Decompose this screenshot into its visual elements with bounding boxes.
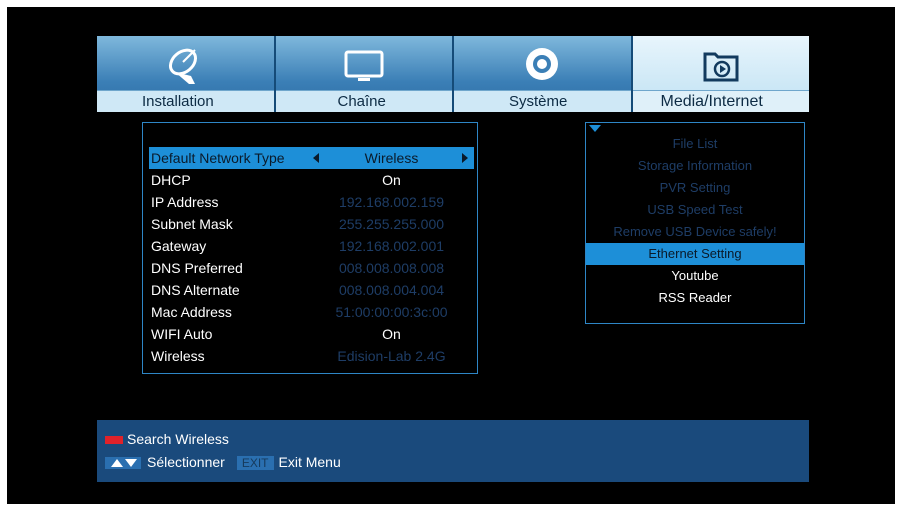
setting-row-dhcp[interactable]: DHCP On <box>149 169 474 191</box>
setting-value: 192.168.002.001 <box>338 238 445 254</box>
setting-value: 008.008.004.004 <box>338 282 445 298</box>
tab-installation[interactable]: Installation <box>97 36 276 112</box>
up-down-arrow-key-icon <box>105 457 141 470</box>
setting-row-mac-address[interactable]: Mac Address 51:00:00:00:3c:00 <box>149 301 474 323</box>
satellite-dish-icon <box>169 48 198 84</box>
setting-name: DHCP <box>151 172 191 188</box>
search-wireless-label: Search Wireless <box>127 431 229 447</box>
setting-name: DNS Alternate <box>151 282 240 298</box>
menu-item-pvr-setting[interactable]: PVR Setting <box>586 177 804 199</box>
tab-media-internet[interactable]: Media/Internet <box>632 36 809 112</box>
setting-row-ip-address[interactable]: IP Address 192.168.002.159 <box>149 191 474 213</box>
tab-label: Chaîne <box>275 90 452 112</box>
select-label: Sélectionner <box>147 454 225 470</box>
media-folder-icon <box>703 52 739 82</box>
setting-row-default-network-type[interactable]: Default Network Type Wireless <box>149 147 474 169</box>
red-key-icon <box>105 436 123 445</box>
setting-value: Wireless <box>364 150 419 166</box>
tab-label: Media/Internet <box>632 90 809 112</box>
tv-icon <box>344 50 384 81</box>
setting-name: Subnet Mask <box>151 216 233 232</box>
setting-name: WIFI Auto <box>151 326 213 342</box>
setting-value: Edision-Lab 2.4G <box>337 348 446 364</box>
setting-name: Gateway <box>151 238 207 254</box>
exit-menu-label: Exit Menu <box>278 454 341 470</box>
help-red-row: Search Wireless <box>105 431 229 447</box>
setting-name: Mac Address <box>151 304 232 320</box>
tab-systeme[interactable]: Système <box>454 36 633 112</box>
setting-name: IP Address <box>151 194 219 210</box>
setting-row-wireless[interactable]: Wireless Edision-Lab 2.4G <box>149 345 474 367</box>
setting-row-dns-alternate[interactable]: DNS Alternate 008.008.004.004 <box>149 279 474 301</box>
help-bar: Search Wireless Sélectionner EXIT Exit Men… <box>97 420 809 482</box>
media-internet-submenu: File List Storage Information PVR Settin… <box>585 122 805 324</box>
tab-chaine[interactable]: Chaîne <box>275 36 454 112</box>
setting-name: Wireless <box>151 348 205 364</box>
tab-label: Système <box>454 90 631 112</box>
menu-item-usb-speed-test[interactable]: USB Speed Test <box>586 199 804 221</box>
menu-item-storage-information[interactable]: Storage Information <box>586 155 804 177</box>
tab-label: Installation <box>97 90 274 112</box>
gear-icon <box>526 48 559 80</box>
setting-name: Default Network Type <box>151 150 285 166</box>
menu-item-file-list[interactable]: File List <box>586 133 804 155</box>
setting-name: DNS Preferred <box>151 260 243 276</box>
help-nav-row: Sélectionner EXIT Exit Menu <box>105 454 341 471</box>
menu-item-rss-reader[interactable]: RSS Reader <box>586 287 804 309</box>
top-tab-bar: Installation Chaîne Système Media/Intern… <box>97 36 809 112</box>
setting-value: 255.255.255.000 <box>338 216 445 232</box>
exit-key: EXIT <box>236 456 274 471</box>
setting-value: 192.168.002.159 <box>338 194 445 210</box>
ethernet-settings-panel: Default Network Type Wireless DHCP On IP… <box>142 122 478 374</box>
setting-value: On <box>382 326 401 342</box>
setting-row-wifi-auto[interactable]: WIFI Auto On <box>149 323 474 345</box>
setting-row-dns-preferred[interactable]: DNS Preferred 008.008.008.008 <box>149 257 474 279</box>
menu-item-ethernet-setting[interactable]: Ethernet Setting <box>586 243 804 265</box>
menu-item-remove-usb[interactable]: Remove USB Device safely! <box>586 221 804 243</box>
setting-value: On <box>382 172 401 188</box>
setting-row-subnet-mask[interactable]: Subnet Mask 255.255.255.000 <box>149 213 474 235</box>
setting-value: 51:00:00:00:3c:00 <box>335 304 448 320</box>
submenu-pointer-icon <box>589 125 601 132</box>
setting-row-gateway[interactable]: Gateway 192.168.002.001 <box>149 235 474 257</box>
setting-value: 008.008.008.008 <box>338 260 445 276</box>
arrow-right-icon[interactable] <box>462 153 468 163</box>
menu-item-youtube[interactable]: Youtube <box>586 265 804 287</box>
